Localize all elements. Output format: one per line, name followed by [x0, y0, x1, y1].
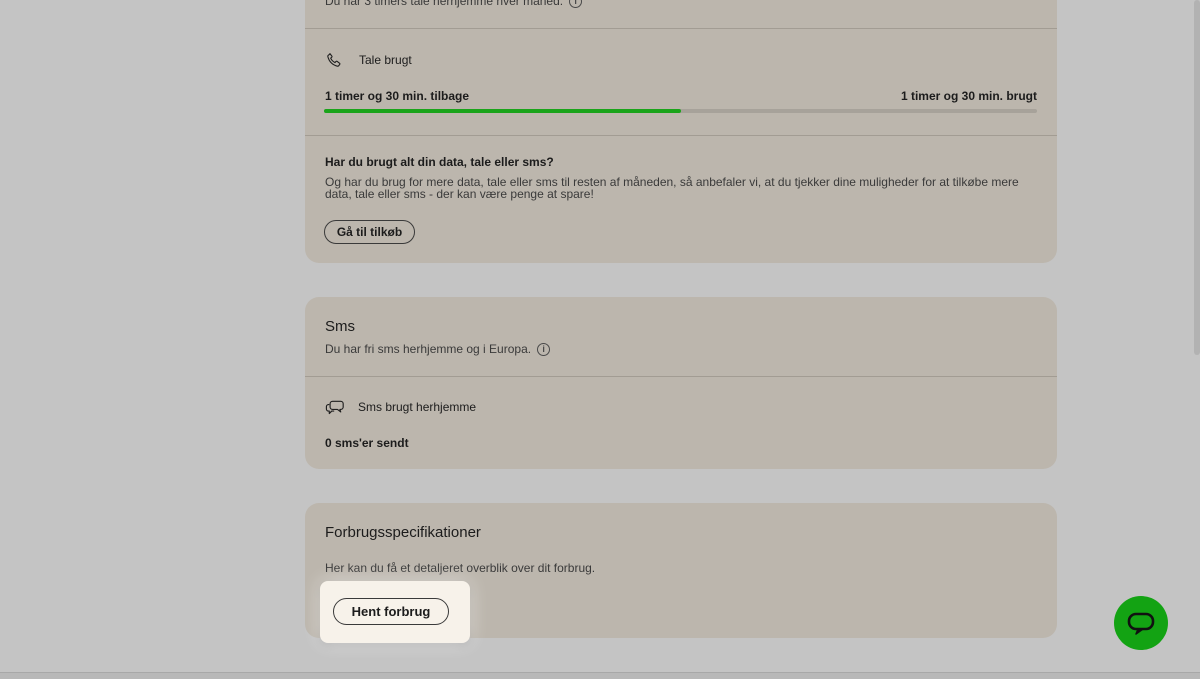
sms-subtitle: Du har fri sms herhjemme og i Europa.	[325, 342, 532, 356]
spec-text: Her kan du få et detaljeret overblik ove…	[325, 561, 596, 575]
sms-subtitle-row: Du har fri sms herhjemme og i Europa. i	[325, 342, 551, 357]
scrollbar[interactable]	[1194, 0, 1200, 355]
sms-title: Sms	[325, 318, 355, 335]
spec-title: Forbrugsspecifikationer	[325, 524, 481, 541]
sms-sent: 0 sms'er sendt	[325, 436, 409, 450]
divider	[305, 135, 1057, 136]
tale-progress-fill	[324, 109, 681, 113]
topup-button[interactable]: Gå til tilkøb	[324, 220, 415, 244]
divider	[305, 376, 1057, 377]
chat-bubbles-icon	[325, 400, 344, 415]
divider	[305, 28, 1057, 29]
info-icon[interactable]: i	[537, 343, 551, 357]
topup-heading: Har du brugt alt din data, tale eller sm…	[325, 155, 554, 169]
info-icon[interactable]: i	[569, 0, 583, 9]
phone-icon	[327, 53, 341, 67]
sms-card: Sms Du har fri sms herhjemme og i Europa…	[305, 297, 1057, 469]
tale-remaining: 1 timer og 30 min. tilbage	[325, 89, 470, 103]
chat-icon	[1127, 612, 1155, 635]
tale-top-text: Du har 3 timers tale herhjemme hver måne…	[325, 0, 583, 9]
tale-progress-bar	[324, 109, 1037, 113]
tale-used-heading: Tale brugt	[359, 53, 412, 67]
topup-body-line2: data, tale eller sms - der kan være peng…	[325, 187, 594, 201]
fetch-usage-button[interactable]: Hent forbrug	[333, 598, 449, 625]
chat-button[interactable]	[1114, 596, 1168, 650]
tale-used: 1 timer og 30 min. brugt	[900, 89, 1037, 103]
tale-card: Du har 3 timers tale herhjemme hver måne…	[305, 0, 1057, 263]
sms-used-heading: Sms brugt herhjemme	[358, 400, 477, 414]
